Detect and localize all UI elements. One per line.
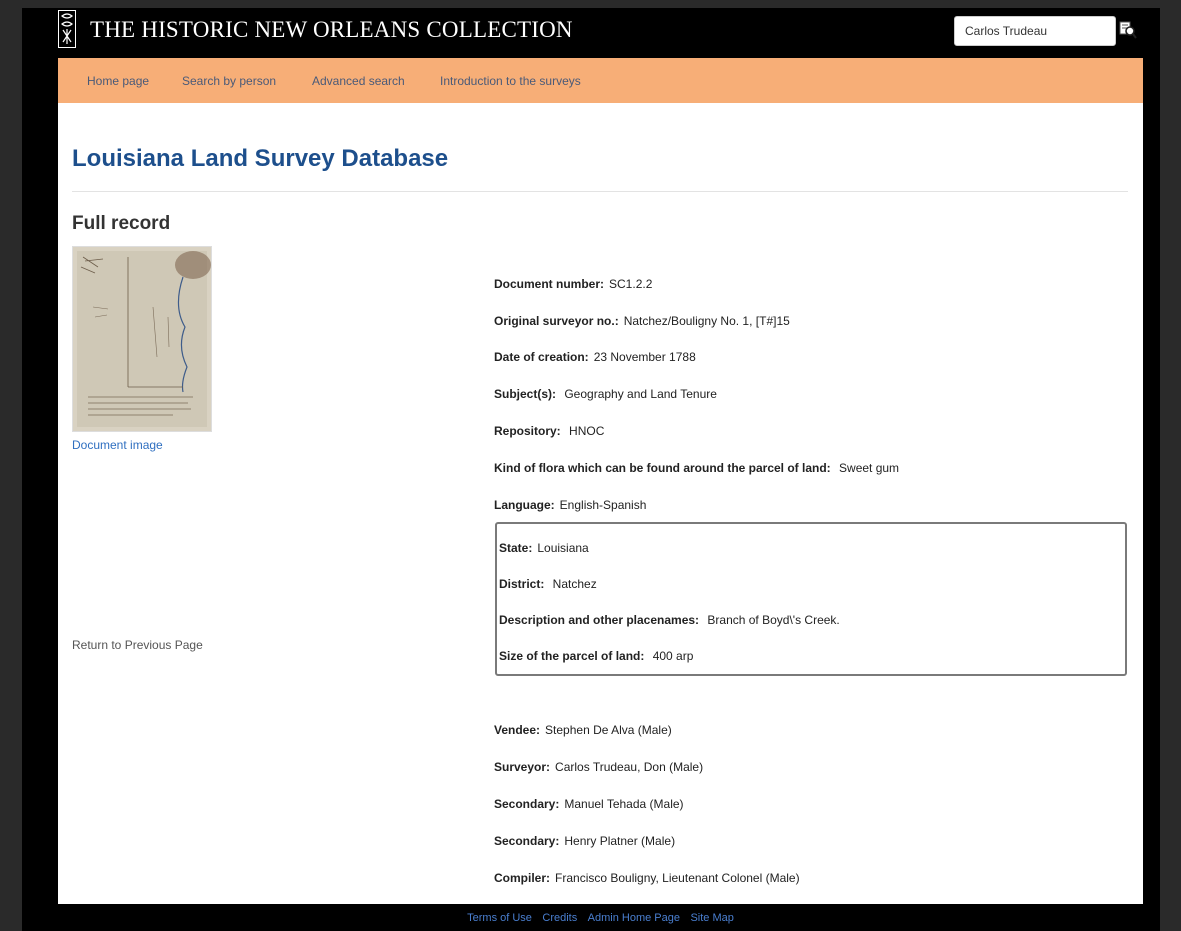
field-label: Description and other placenames: xyxy=(499,613,700,627)
person-vendee: Vendee: Stephen De Alva (Male) xyxy=(494,723,672,737)
field-value: Sweet gum xyxy=(835,461,900,475)
main-content: Louisiana Land Survey Database Full reco… xyxy=(58,103,1143,904)
record-date-of-creation: Date of creation: 23 November 1788 xyxy=(494,350,696,364)
field-value: 23 November 1788 xyxy=(593,350,696,364)
nav-introduction[interactable]: Introduction to the surveys xyxy=(440,74,581,88)
footer-sitemap-link[interactable]: Site Map xyxy=(690,912,733,924)
document-thumbnail[interactable] xyxy=(72,246,212,432)
field-value: Louisiana xyxy=(537,541,589,555)
location-description: Description and other placenames: Branch… xyxy=(499,613,840,627)
site-title[interactable]: THE HISTORIC NEW ORLEANS COLLECTION xyxy=(90,17,573,43)
field-value: SC1.2.2 xyxy=(609,277,653,291)
nav-advanced-search[interactable]: Advanced search xyxy=(312,74,405,88)
field-value: Carlos Trudeau, Don (Male) xyxy=(555,760,704,774)
field-label: Size of the parcel of land: xyxy=(499,649,645,663)
field-label: Compiler: xyxy=(494,871,551,885)
field-label: Document number: xyxy=(494,277,605,291)
field-value: 400 arp xyxy=(649,649,694,663)
main-nav: Home page Search by person Advanced sear… xyxy=(58,58,1143,103)
person-secondary: Secondary: Manuel Tehada (Male) xyxy=(494,797,684,811)
document-image-link[interactable]: Document image xyxy=(72,438,163,452)
page-title: Louisiana Land Survey Database xyxy=(72,145,449,172)
section-title: Full record xyxy=(72,213,171,234)
field-label: Kind of flora which can be found around … xyxy=(494,461,831,475)
field-value: HNOC xyxy=(565,424,605,438)
field-value: Branch of Boyd\'s Creek. xyxy=(704,613,840,627)
title-divider xyxy=(72,191,1128,192)
record-flora: Kind of flora which can be found around … xyxy=(494,461,899,475)
record-repository: Repository: HNOC xyxy=(494,424,604,438)
search-icon[interactable] xyxy=(1118,20,1138,40)
record-original-surveyor-no: Original surveyor no.: Natchez/Bouligny N… xyxy=(494,314,790,328)
hnoc-logo-icon[interactable] xyxy=(58,10,76,48)
location-state: State: Louisiana xyxy=(499,541,589,555)
field-value: Geography and Land Tenure xyxy=(561,387,717,401)
field-label: District: xyxy=(499,577,545,591)
field-label: State: xyxy=(499,541,533,555)
field-label: Subject(s): xyxy=(494,387,557,401)
return-previous-link[interactable]: Return to Previous Page xyxy=(72,638,203,652)
field-value: Stephen De Alva (Male) xyxy=(545,723,672,737)
site-footer: Terms of Use Credits Admin Home Page Sit… xyxy=(58,904,1143,931)
location-parcel-size: Size of the parcel of land: 400 arp xyxy=(499,649,693,663)
nav-home-page[interactable]: Home page xyxy=(87,74,149,88)
field-label: Original surveyor no.: xyxy=(494,314,619,328)
search-input[interactable] xyxy=(954,16,1116,46)
record-document-number: Document number: SC1.2.2 xyxy=(494,277,652,291)
field-label: Date of creation: xyxy=(494,350,589,364)
field-label: Repository: xyxy=(494,424,561,438)
record-subjects: Subject(s): Geography and Land Tenure xyxy=(494,387,717,401)
field-value: English-Spanish xyxy=(559,498,647,512)
person-secondary: Secondary: Henry Platner (Male) xyxy=(494,834,675,848)
person-surveyor: Surveyor: Carlos Trudeau, Don (Male) xyxy=(494,760,703,774)
footer-terms-link[interactable]: Terms of Use xyxy=(467,912,532,924)
field-value: Francisco Bouligny, Lieutenant Colonel (… xyxy=(555,871,800,885)
field-value: Manuel Tehada (Male) xyxy=(564,797,684,811)
field-label: Secondary: xyxy=(494,797,560,811)
nav-search-by-person[interactable]: Search by person xyxy=(182,74,276,88)
field-label: Surveyor: xyxy=(494,760,551,774)
record-language: Language: English-Spanish xyxy=(494,498,646,512)
field-label: Language: xyxy=(494,498,555,512)
field-value: Natchez/Bouligny No. 1, [T#]15 xyxy=(623,314,790,328)
footer-credits-link[interactable]: Credits xyxy=(542,912,577,924)
field-label: Secondary: xyxy=(494,834,560,848)
site-header: THE HISTORIC NEW ORLEANS COLLECTION xyxy=(58,8,1143,58)
person-compiler: Compiler: Francisco Bouligny, Lieutenant … xyxy=(494,871,800,885)
location-district: District: Natchez xyxy=(499,577,597,591)
footer-admin-link[interactable]: Admin Home Page xyxy=(588,912,680,924)
location-box: State: Louisiana District: Natchez Descri… xyxy=(495,522,1127,676)
field-label: Vendee: xyxy=(494,723,541,737)
field-value: Henry Platner (Male) xyxy=(564,834,676,848)
field-value: Natchez xyxy=(549,577,597,591)
